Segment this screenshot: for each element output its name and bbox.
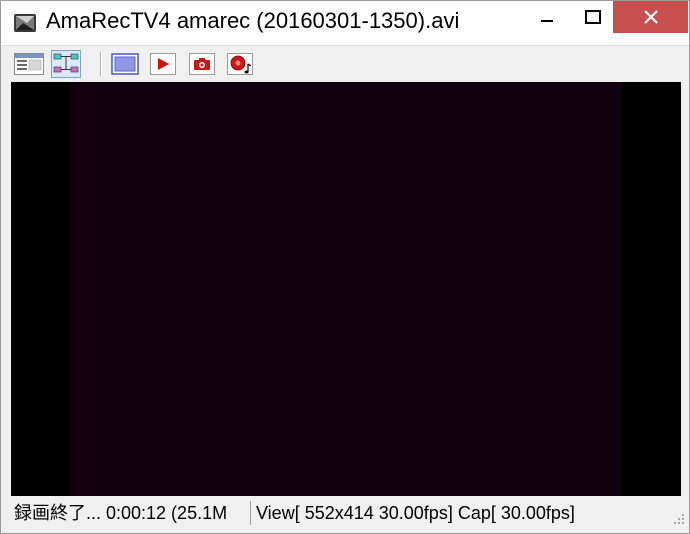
minimize-icon: [541, 20, 553, 22]
toolbar-separator: [100, 52, 102, 76]
filter-graph-icon: [53, 53, 79, 73]
settings-button[interactable]: [14, 50, 44, 78]
status-divider: [250, 501, 251, 525]
play-icon-frame: [150, 53, 176, 75]
app-window: AmaRecTV4 amarec (20160301-1350).avi 録画終…: [0, 0, 690, 534]
app-icon[interactable]: [13, 12, 37, 34]
resize-grip-icon[interactable]: [673, 513, 685, 525]
record-icon: [230, 55, 252, 74]
maximize-button[interactable]: [570, 1, 616, 33]
video-preview[interactable]: [11, 82, 681, 496]
screen-icon: [111, 53, 139, 75]
video-frame[interactable]: [70, 82, 622, 496]
status-bar: 録画終了... 0:00:12 (25.1M View[ 552x414 30.…: [1, 498, 689, 533]
close-icon: [643, 10, 658, 24]
play-icon: [158, 58, 169, 70]
filter-graph-button[interactable]: [51, 50, 81, 78]
record-icon-frame: [227, 53, 253, 75]
maximize-icon: [585, 10, 601, 24]
window-settings-icon: [14, 53, 44, 75]
toolbar: [1, 45, 689, 82]
record-button[interactable]: [225, 50, 255, 78]
minimize-button[interactable]: [524, 1, 570, 33]
camera-icon-frame: [189, 53, 215, 75]
close-button[interactable]: [613, 1, 688, 33]
title-bar[interactable]: AmaRecTV4 amarec (20160301-1350).avi: [1, 1, 689, 45]
snapshot-button[interactable]: [187, 50, 217, 78]
window-title: AmaRecTV4 amarec (20160301-1350).avi: [46, 8, 460, 33]
view-capture-info: View[ 552x414 30.00fps] Cap[ 30.00fps]: [256, 503, 575, 523]
play-button[interactable]: [148, 50, 178, 78]
camera-icon: [194, 58, 210, 70]
fullscreen-button[interactable]: [110, 50, 140, 78]
recording-status: 録画終了... 0:00:12 (25.1M: [14, 503, 228, 523]
